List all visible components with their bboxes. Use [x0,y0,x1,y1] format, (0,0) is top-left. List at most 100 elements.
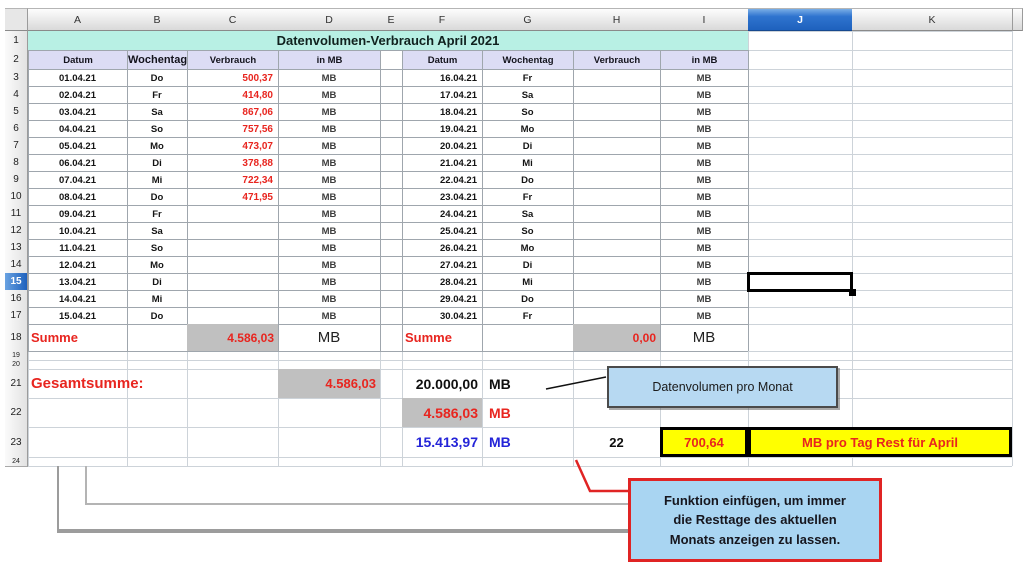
row-header-24[interactable]: 24 [5,457,28,467]
cell-B7[interactable]: Mo [128,138,186,154]
cell-D14[interactable]: MB [279,257,379,273]
column-header-B[interactable]: B [127,8,188,31]
cell-C9[interactable]: 722,34 [188,172,277,188]
cell-G3[interactable]: Fr [483,70,572,86]
row-header-23[interactable]: 23 [5,427,28,458]
cell-G10[interactable]: Fr [483,189,572,205]
summe-right-label[interactable]: Summe [402,324,502,351]
row-header-1[interactable]: 1 [5,31,28,51]
cell-I7[interactable]: MB [661,138,747,154]
used-unit[interactable]: MB [486,398,546,427]
row-header-18[interactable]: 18 [5,324,28,352]
cell-C4[interactable]: 414,80 [188,87,277,103]
row-header-14[interactable]: 14 [5,256,28,274]
cell-B3[interactable]: Do [128,70,186,86]
cell-B10[interactable]: Do [128,189,186,205]
cell-D7[interactable]: MB [279,138,379,154]
cell-C10[interactable]: 471,95 [188,189,277,205]
column-header-J[interactable]: J [748,8,853,31]
cell-I13[interactable]: MB [661,240,747,256]
column-header-E[interactable]: E [380,8,403,31]
monthly-volume-value[interactable]: 20.000,00 [402,369,482,398]
cell-D8[interactable]: MB [279,155,379,171]
summe-left-unit[interactable]: MB [278,324,380,351]
cell-D15[interactable]: MB [279,274,379,290]
cell-G7[interactable]: Di [483,138,572,154]
cell-G16[interactable]: Do [483,291,572,307]
cell-D13[interactable]: MB [279,240,379,256]
sheet-title-cell[interactable]: Datenvolumen-Verbrauch April 2021 [28,31,748,50]
cell-A16[interactable]: 14.04.21 [29,291,126,307]
table-header-cell[interactable]: Verbrauch [188,51,278,69]
cell-F11[interactable]: 24.04.21 [403,206,481,222]
cell-D12[interactable]: MB [279,223,379,239]
row-header-11[interactable]: 11 [5,205,28,223]
row-header-8[interactable]: 8 [5,154,28,172]
per-day-value-cell[interactable]: 700,64 [660,427,748,457]
cell-A8[interactable]: 06.04.21 [29,155,126,171]
cell-G11[interactable]: Sa [483,206,572,222]
cell-G15[interactable]: Mi [483,274,572,290]
cell-B9[interactable]: Mi [128,172,186,188]
cell-I16[interactable]: MB [661,291,747,307]
summe-left-label[interactable]: Summe [28,324,127,351]
cell-A3[interactable]: 01.04.21 [29,70,126,86]
cell-F6[interactable]: 19.04.21 [403,121,481,137]
cell-D9[interactable]: MB [279,172,379,188]
cell-D17[interactable]: MB [279,308,379,324]
cell-F15[interactable]: 28.04.21 [403,274,481,290]
cell-D16[interactable]: MB [279,291,379,307]
cell-I14[interactable]: MB [661,257,747,273]
cell-I6[interactable]: MB [661,121,747,137]
row-header-7[interactable]: 7 [5,137,28,155]
row-header-16[interactable]: 16 [5,290,28,308]
cell-F13[interactable]: 26.04.21 [403,240,481,256]
column-header-K[interactable]: K [852,8,1013,31]
gesamtsumme-label[interactable]: Gesamtsumme: [28,369,278,398]
table-header-cell[interactable]: Datum [29,51,127,69]
cell-B8[interactable]: Di [128,155,186,171]
cell-I5[interactable]: MB [661,104,747,120]
cell-F3[interactable]: 16.04.21 [403,70,481,86]
cell-F5[interactable]: 18.04.21 [403,104,481,120]
cell-C3[interactable]: 500,37 [188,70,277,86]
cell-B6[interactable]: So [128,121,186,137]
cell-B4[interactable]: Fr [128,87,186,103]
cell-B11[interactable]: Fr [128,206,186,222]
table-header-cell[interactable]: in MB [661,51,748,69]
cell-F4[interactable]: 17.04.21 [403,87,481,103]
cell-G5[interactable]: So [483,104,572,120]
cell-A9[interactable]: 07.04.21 [29,172,126,188]
cell-F17[interactable]: 30.04.21 [403,308,481,324]
monthly-volume-unit[interactable]: MB [486,369,546,398]
callout-monthly-volume[interactable]: Datenvolumen pro Monat [607,366,838,408]
cell-I4[interactable]: MB [661,87,747,103]
row-header-4[interactable]: 4 [5,86,28,104]
cell-F14[interactable]: 27.04.21 [403,257,481,273]
summe-left-value[interactable]: 4.586,03 [187,324,278,351]
cell-I10[interactable]: MB [661,189,747,205]
cell-B12[interactable]: Sa [128,223,186,239]
remaining-days-cell[interactable]: 22 [573,427,660,457]
row-header-17[interactable]: 17 [5,307,28,325]
row-header-2[interactable]: 2 [5,50,28,70]
gesamtsumme-value[interactable]: 4.586,03 [278,369,380,398]
fill-handle[interactable] [849,289,856,296]
cell-I15[interactable]: MB [661,274,747,290]
cell-I12[interactable]: MB [661,223,747,239]
cell-A7[interactable]: 05.04.21 [29,138,126,154]
row-header-5[interactable]: 5 [5,103,28,121]
cell-I8[interactable]: MB [661,155,747,171]
cell-A14[interactable]: 12.04.21 [29,257,126,273]
row-header-6[interactable]: 6 [5,120,28,138]
cell-I17[interactable]: MB [661,308,747,324]
cell-B14[interactable]: Mo [128,257,186,273]
column-header-I[interactable]: I [660,8,749,31]
remaining-unit[interactable]: MB [486,427,546,457]
cell-C5[interactable]: 867,06 [188,104,277,120]
row-header-3[interactable]: 3 [5,69,28,87]
row-header-22[interactable]: 22 [5,398,28,428]
cell-G9[interactable]: Do [483,172,572,188]
row-header-15[interactable]: 15 [5,273,28,291]
cell-A4[interactable]: 02.04.21 [29,87,126,103]
